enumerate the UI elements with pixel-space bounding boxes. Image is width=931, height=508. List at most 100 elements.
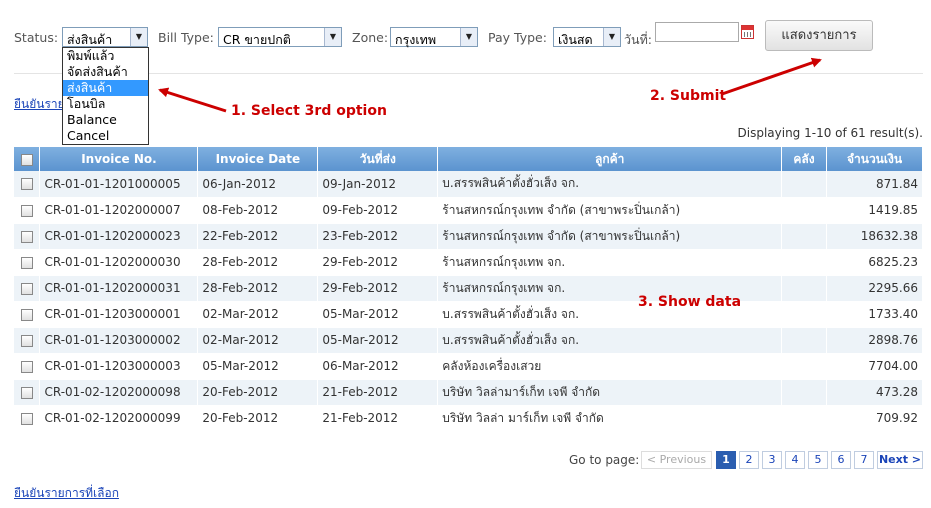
status-option[interactable]: พิมพ์แล้ว xyxy=(63,48,148,64)
page-button-7[interactable]: 7 xyxy=(854,451,874,469)
ship-date-cell: 21-Feb-2012 xyxy=(317,379,439,406)
amount-cell: 871.84 xyxy=(826,171,923,198)
ship-date-cell: 29-Feb-2012 xyxy=(317,275,439,302)
submit-button[interactable]: แสดงรายการ xyxy=(765,20,873,51)
table-row[interactable]: CR-01-01-1203000002 02-Mar-2012 05-Mar-201… xyxy=(14,327,923,354)
checkbox-icon[interactable] xyxy=(20,282,33,295)
row-select-cell[interactable] xyxy=(14,405,41,432)
table-row[interactable]: CR-01-01-1202000031 28-Feb-2012 29-Feb-201… xyxy=(14,275,923,302)
page-button-2[interactable]: 2 xyxy=(739,451,759,469)
chevron-down-icon[interactable]: ▼ xyxy=(324,28,341,46)
amount-cell: 1419.85 xyxy=(826,197,923,224)
customer-cell: บ.สรรพสินค้าตั้งฮั่วเส็ง จก. xyxy=(437,171,783,198)
checkbox-icon[interactable] xyxy=(20,153,33,166)
status-option[interactable]: จัดส่งสินค้า xyxy=(63,64,148,80)
checkbox-icon[interactable] xyxy=(20,308,33,321)
invoice-date-cell: 02-Mar-2012 xyxy=(197,327,319,354)
status-option[interactable]: โอนบิล xyxy=(63,96,148,112)
status-label: Status: xyxy=(14,30,59,45)
checkbox-icon[interactable] xyxy=(20,204,33,217)
page-button-6[interactable]: 6 xyxy=(831,451,851,469)
status-option[interactable]: Cancel xyxy=(63,128,148,144)
table-row[interactable]: CR-01-01-1203000001 02-Mar-2012 05-Mar-201… xyxy=(14,301,923,328)
zone-label: Zone: xyxy=(352,30,389,45)
invoice-date-cell: 20-Feb-2012 xyxy=(197,405,319,432)
invoice-date-cell: 05-Mar-2012 xyxy=(197,353,319,380)
table-row[interactable]: CR-01-01-1202000030 28-Feb-2012 29-Feb-201… xyxy=(14,249,923,276)
column-header[interactable]: Invoice Date xyxy=(197,147,319,171)
row-select-cell[interactable] xyxy=(14,197,41,224)
confirm-selected-link-top[interactable]: ยืนยันราย xyxy=(14,95,65,114)
previous-page-button[interactable]: < Previous xyxy=(641,451,712,469)
table-row[interactable]: CR-01-01-1203000003 05-Mar-2012 06-Mar-201… xyxy=(14,353,923,380)
select-all-header[interactable] xyxy=(14,147,41,171)
row-select-cell[interactable] xyxy=(14,275,41,302)
customer-cell: ร้านสหกรณ์กรุงเทพ จก. xyxy=(437,249,783,276)
column-header[interactable]: คลัง xyxy=(781,147,828,171)
invoice-no-cell: CR-01-01-1203000003 xyxy=(39,353,199,380)
checkbox-icon[interactable] xyxy=(20,360,33,373)
checkbox-icon[interactable] xyxy=(20,386,33,399)
table-row[interactable]: CR-01-02-1202000098 20-Feb-2012 21-Feb-201… xyxy=(14,379,923,406)
calendar-icon[interactable] xyxy=(741,25,754,39)
checkbox-icon[interactable] xyxy=(20,178,33,191)
column-header[interactable]: Invoice No. xyxy=(39,147,199,171)
arrow-step1 xyxy=(158,87,227,113)
column-header[interactable]: จำนวนเงิน xyxy=(826,147,923,171)
column-header[interactable]: วันที่ส่ง xyxy=(317,147,439,171)
invoice-date-cell: 28-Feb-2012 xyxy=(197,249,319,276)
status-option-selected[interactable]: ส่งสินค้า xyxy=(63,80,148,96)
table-row[interactable]: CR-01-01-1202000023 22-Feb-2012 23-Feb-201… xyxy=(14,223,923,250)
invoice-no-cell: CR-01-01-1202000007 xyxy=(39,197,199,224)
ship-date-cell: 21-Feb-2012 xyxy=(317,405,439,432)
table-row[interactable]: CR-01-01-1202000007 08-Feb-2012 09-Feb-201… xyxy=(14,197,923,224)
invoice-date-cell: 02-Mar-2012 xyxy=(197,301,319,328)
customer-cell: บริษัท วิลล่ามาร์เก็ท เจพี จำกัด xyxy=(437,379,783,406)
ship-date-cell: 09-Jan-2012 xyxy=(317,171,439,198)
amount-cell: 2898.76 xyxy=(826,327,923,354)
row-select-cell[interactable] xyxy=(14,327,41,354)
amount-cell: 709.92 xyxy=(826,405,923,432)
page-button-4[interactable]: 4 xyxy=(785,451,805,469)
page-button-3[interactable]: 3 xyxy=(762,451,782,469)
table-body: CR-01-01-1201000005 06-Jan-2012 09-Jan-201… xyxy=(14,171,923,432)
row-select-cell[interactable] xyxy=(14,171,41,198)
zone-select[interactable]: กรุงเทพ ▼ xyxy=(390,27,478,47)
row-select-cell[interactable] xyxy=(14,353,41,380)
confirm-selected-link[interactable]: ยืนยันรายการที่เลือก xyxy=(14,484,119,503)
warehouse-cell xyxy=(781,327,828,354)
table-row[interactable]: CR-01-01-1201000005 06-Jan-2012 09-Jan-201… xyxy=(14,171,923,198)
pay-type-select[interactable]: เงินสด ▼ xyxy=(553,27,621,47)
customer-cell: บริษัท วิลล่า มาร์เก็ท เจพี จำกัด xyxy=(437,405,783,432)
table-row[interactable]: CR-01-02-1202000099 20-Feb-2012 21-Feb-201… xyxy=(14,405,923,432)
divider xyxy=(14,73,923,74)
warehouse-cell xyxy=(781,405,828,432)
invoice-table: Invoice No. Invoice Date วันที่ส่ง ลูกค้… xyxy=(14,147,923,432)
date-input[interactable] xyxy=(655,22,739,42)
row-select-cell[interactable] xyxy=(14,379,41,406)
row-select-cell[interactable] xyxy=(14,223,41,250)
status-dropdown-list: พิมพ์แล้ว จัดส่งสินค้า ส่งสินค้า โอนบิล … xyxy=(62,47,149,145)
row-select-cell[interactable] xyxy=(14,301,41,328)
checkbox-icon[interactable] xyxy=(20,412,33,425)
filter-bar: Status: ส่งสินค้า ▼ Bill Type: CR ขายปกต… xyxy=(14,20,914,51)
checkbox-icon[interactable] xyxy=(20,334,33,347)
page-button-1[interactable]: 1 xyxy=(716,451,736,469)
invoice-no-cell: CR-01-01-1202000031 xyxy=(39,275,199,302)
checkbox-icon[interactable] xyxy=(20,230,33,243)
next-page-button[interactable]: Next > xyxy=(877,451,923,469)
amount-cell: 473.28 xyxy=(826,379,923,406)
chevron-down-icon[interactable]: ▼ xyxy=(460,28,477,46)
page-button-5[interactable]: 5 xyxy=(808,451,828,469)
invoice-date-cell: 08-Feb-2012 xyxy=(197,197,319,224)
customer-cell: คลังห้องเครื่องเสวย xyxy=(437,353,783,380)
row-select-cell[interactable] xyxy=(14,249,41,276)
chevron-down-icon[interactable]: ▼ xyxy=(603,28,620,46)
checkbox-icon[interactable] xyxy=(20,256,33,269)
status-select[interactable]: ส่งสินค้า ▼ xyxy=(62,27,148,47)
chevron-down-icon[interactable]: ▼ xyxy=(130,28,147,46)
status-option[interactable]: Balance xyxy=(63,112,148,128)
bill-type-select[interactable]: CR ขายปกติ ▼ xyxy=(218,27,342,47)
goto-page-label: Go to page: xyxy=(569,453,640,467)
column-header[interactable]: ลูกค้า xyxy=(437,147,783,171)
